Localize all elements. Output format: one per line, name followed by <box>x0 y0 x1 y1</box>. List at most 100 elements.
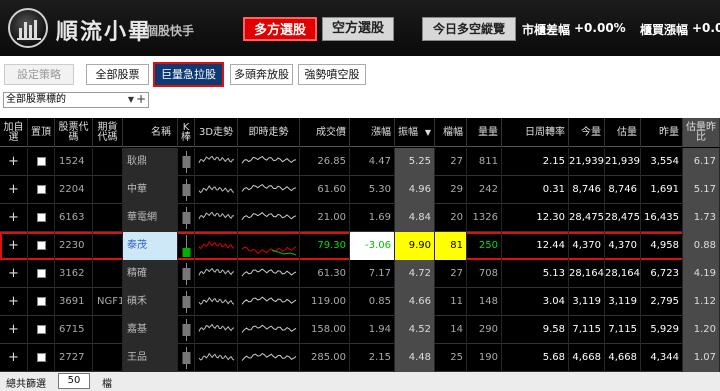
checkbox[interactable] <box>36 352 46 362</box>
header-est-volume[interactable]: 估量 <box>605 118 641 147</box>
header-today-volume[interactable]: 今量 <box>569 118 605 147</box>
header-price[interactable]: 成交價 <box>300 118 350 147</box>
checkbox[interactable] <box>36 296 46 306</box>
cell-today: 4,668 <box>569 344 605 372</box>
intraday-sparkline <box>238 176 300 204</box>
table-row[interactable]: +2727 王品 285.00 2.15 4.48 25 190 5.68 4,668 4,668… <box>0 344 720 372</box>
table-row[interactable]: +3691 NGF1 碩禾 119.00 0.85 4.66 11 148 3.04 3,119 3… <box>0 288 720 316</box>
cell-today: 3,119 <box>569 288 605 316</box>
cell-amp: 4.52 <box>395 316 435 344</box>
cell-turn: 2.15 <box>502 148 569 176</box>
stock-name[interactable]: 嘉基 <box>123 316 178 344</box>
table-row[interactable]: +6715 嘉基 158.00 1.94 4.52 14 290 9.58 7,115 7,115… <box>0 316 720 344</box>
table-header: 加自選 置頂 股票代碼 期貨代碼 名稱 K棒 3D走勢 即時走勢 成交價 漲幅 … <box>0 118 720 147</box>
stock-name[interactable]: 中華 <box>123 176 178 204</box>
header-turnover[interactable]: 日周轉率 <box>502 118 569 147</box>
header-add-watchlist[interactable]: 加自選 <box>0 118 28 147</box>
pin-checkbox[interactable] <box>28 204 55 232</box>
pin-checkbox[interactable] <box>28 148 55 176</box>
add-watchlist-icon[interactable]: + <box>0 288 28 316</box>
stock-name[interactable]: 精確 <box>123 260 178 288</box>
pin-checkbox[interactable] <box>28 344 55 372</box>
stock-universe-select[interactable]: 全部股票標的 ▼ + <box>3 92 149 108</box>
stock-name[interactable]: 碩禾 <box>123 288 178 316</box>
header-stock-code[interactable]: 股票代碼 <box>55 118 93 147</box>
header-amplitude[interactable]: 振幅 ▼ <box>395 118 435 147</box>
add-watchlist-icon[interactable]: + <box>0 148 28 176</box>
cell-price: 119.00 <box>300 288 350 316</box>
checkbox[interactable] <box>36 156 46 166</box>
header-kbar[interactable]: K棒 <box>178 118 195 147</box>
table-row[interactable]: +2230 泰茂 79.30 -3.06 9.90 81 250 12.44 4,370 4,37… <box>0 232 720 260</box>
stock-name[interactable]: 華電網 <box>123 204 178 232</box>
add-watchlist-icon[interactable]: + <box>0 232 28 260</box>
cell-price: 79.30 <box>300 232 350 260</box>
checkbox[interactable] <box>36 240 46 250</box>
add-watchlist-icon[interactable]: + <box>0 344 28 372</box>
header-tick[interactable]: 檔幅 <box>435 118 467 147</box>
today-overview-button[interactable]: 今日多空縱覽 <box>422 17 516 41</box>
header-yesterday-volume[interactable]: 昨量 <box>641 118 683 147</box>
header-name[interactable]: 名稱 <box>123 118 178 147</box>
header-change[interactable]: 漲幅 <box>350 118 395 147</box>
cell-tick: 20 <box>435 204 467 232</box>
long-pick-button[interactable]: 多方選股 <box>243 17 317 41</box>
add-watchlist-icon[interactable]: + <box>0 260 28 288</box>
header-pin[interactable]: 置頂 <box>28 118 55 147</box>
strong-short-button[interactable]: 強勢噴空股 <box>298 64 366 85</box>
pin-checkbox[interactable] <box>28 232 55 260</box>
intraday-sparkline <box>238 316 300 344</box>
cell-amp: 4.72 <box>395 260 435 288</box>
add-watchlist-icon[interactable]: + <box>0 204 28 232</box>
plus-icon[interactable]: + <box>136 92 146 106</box>
checkbox[interactable] <box>36 184 46 194</box>
checkbox[interactable] <box>36 212 46 222</box>
header-intraday-trend[interactable]: 即時走勢 <box>238 118 300 147</box>
cell-price: 158.00 <box>300 316 350 344</box>
header-est-ratio[interactable]: 估量昨比 <box>683 118 720 147</box>
chevron-down-icon[interactable]: ▼ <box>128 93 134 107</box>
3d-trend-sparkline <box>195 260 238 288</box>
cell-tick: 27 <box>435 260 467 288</box>
table-row[interactable]: +2204 中華 61.60 5.30 4.96 29 242 0.31 8,746 8,746 1… <box>0 176 720 204</box>
filter-bar: 全部股票標的 ▼ + <box>0 90 720 110</box>
header-3d-trend[interactable]: 3D走勢 <box>195 118 238 147</box>
cell-tick: 14 <box>435 316 467 344</box>
cell-ratio: 1.20 <box>683 316 720 344</box>
all-stocks-button[interactable]: 全部股票 <box>86 64 149 85</box>
header-volume[interactable]: 量量 <box>467 118 502 147</box>
cell-est: 3,119 <box>605 288 641 316</box>
add-watchlist-icon[interactable]: + <box>0 176 28 204</box>
stock-name[interactable]: 王品 <box>123 344 178 372</box>
short-pick-button[interactable]: 空方選股 <box>322 17 394 41</box>
cell-est: 21,939 <box>605 148 641 176</box>
cell-chg: 4.47 <box>350 148 395 176</box>
pin-checkbox[interactable] <box>28 176 55 204</box>
intraday-sparkline <box>238 344 300 372</box>
cell-fut <box>93 232 123 260</box>
table-row[interactable]: +6163 華電網 21.00 1.69 4.84 20 1326 12.30 28,475 28… <box>0 204 720 232</box>
strategy-toolbar: 設定策略 全部股票 巨量急拉股 多頭奔放股 強勢噴空股 <box>0 56 720 90</box>
checkbox[interactable] <box>36 268 46 278</box>
cell-vol: 250 <box>467 232 502 260</box>
checkbox[interactable] <box>36 324 46 334</box>
pin-checkbox[interactable] <box>28 288 55 316</box>
cell-ratio: 1.12 <box>683 288 720 316</box>
market-spread-value: +0.00% <box>574 21 626 35</box>
cell-turn: 12.30 <box>502 204 569 232</box>
add-watchlist-icon[interactable]: + <box>0 316 28 344</box>
stock-name[interactable]: 泰茂 <box>123 232 178 260</box>
header-futures-code[interactable]: 期貨代碼 <box>93 118 123 147</box>
3d-trend-sparkline <box>195 176 238 204</box>
3d-trend-sparkline <box>195 344 238 372</box>
table-row[interactable]: +1524 耿鼎 26.85 4.47 5.25 27 811 2.15 21,939 21,93… <box>0 148 720 176</box>
pin-checkbox[interactable] <box>28 260 55 288</box>
set-strategy-button[interactable]: 設定策略 <box>4 64 74 85</box>
table-row[interactable]: +3162 精確 61.30 7.17 4.72 27 708 5.13 28,164 28,16… <box>0 260 720 288</box>
bullish-stocks-button[interactable]: 多頭奔放股 <box>230 64 293 85</box>
cell-ratio: 1.73 <box>683 204 720 232</box>
kbar-icon <box>178 316 195 344</box>
pin-checkbox[interactable] <box>28 316 55 344</box>
volume-surge-button[interactable]: 巨量急拉股 <box>153 62 224 87</box>
stock-name[interactable]: 耿鼎 <box>123 148 178 176</box>
